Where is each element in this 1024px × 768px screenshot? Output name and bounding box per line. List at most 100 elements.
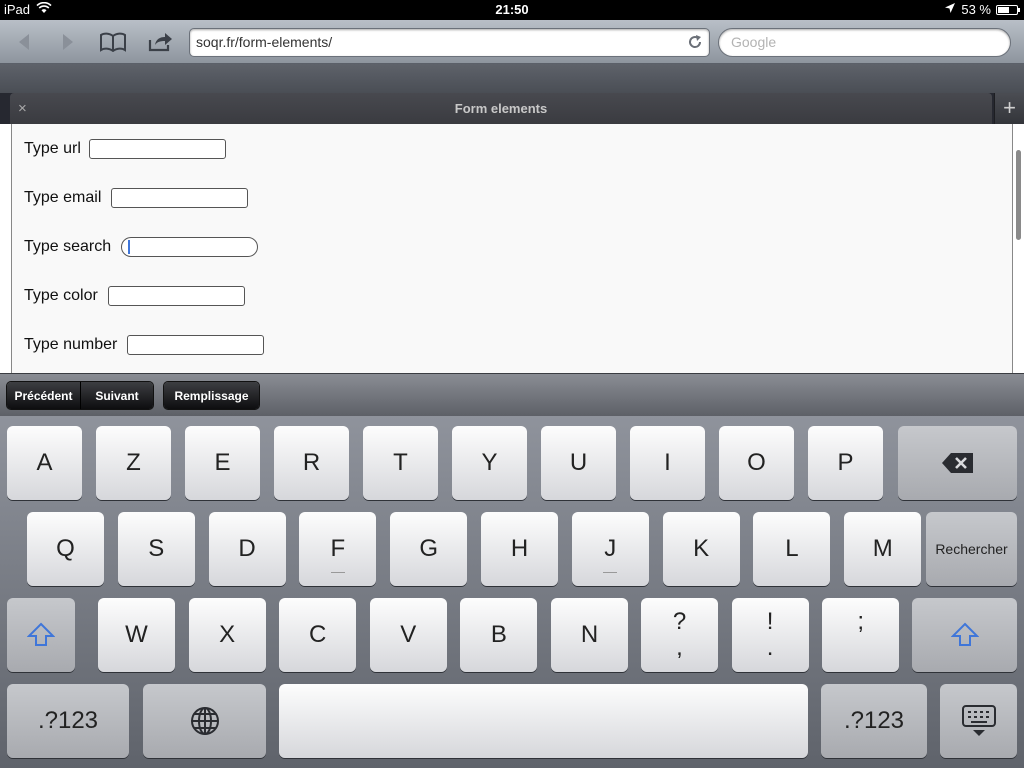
key-h[interactable]: H [481, 512, 558, 586]
key-m[interactable]: M [844, 512, 922, 586]
key-v[interactable]: V [369, 598, 447, 672]
key-s[interactable]: S [117, 512, 195, 586]
globe-icon [190, 707, 219, 735]
key-top-label: ! [766, 608, 774, 635]
key-t[interactable]: T [363, 426, 438, 500]
punctuation-key[interactable]: ?, [641, 598, 718, 672]
key-x[interactable]: X [188, 598, 266, 672]
key-o[interactable]: O [719, 426, 794, 500]
tab-form-elements[interactable]: × Form elements [10, 93, 992, 124]
battery-icon [996, 4, 1020, 15]
key-label: R [302, 449, 321, 476]
key-top-label: ; [857, 608, 865, 635]
tab-bar: × Form elements + [0, 93, 1024, 124]
numbers-key-right[interactable]: .?123 [821, 684, 927, 758]
search-field[interactable]: Google [718, 28, 1011, 57]
key-f[interactable]: F [299, 512, 377, 586]
prev-next-control: Précédent Suivant [6, 381, 154, 410]
shift-icon [27, 622, 55, 646]
key-q[interactable]: Q [27, 512, 104, 586]
email-input[interactable] [111, 188, 249, 208]
key-label: F [330, 535, 346, 562]
autofill-button[interactable]: Remplissage [164, 382, 259, 409]
url-input[interactable] [88, 139, 226, 159]
key-z[interactable]: Z [96, 426, 171, 500]
key-label: W [125, 621, 148, 648]
numbers-key-label: .?123 [843, 707, 905, 734]
shift-left-key[interactable] [7, 598, 75, 672]
shift-right-key[interactable] [912, 598, 1017, 672]
key-r[interactable]: R [274, 426, 349, 500]
forward-arrow-icon [63, 34, 73, 50]
globe-key[interactable] [143, 684, 266, 758]
reload-icon[interactable] [687, 34, 703, 50]
key-n[interactable]: N [551, 598, 628, 672]
page-scrollbar[interactable] [1016, 150, 1021, 240]
key-c[interactable]: C [279, 598, 357, 672]
number-input[interactable] [127, 335, 265, 355]
key-w[interactable]: W [98, 598, 175, 672]
dismiss-keyboard-key[interactable] [940, 684, 1017, 758]
key-label: O [747, 449, 766, 476]
key-label: D [238, 535, 256, 562]
key-label: C [309, 621, 327, 648]
punctuation-key[interactable]: !. [731, 598, 809, 672]
key-d[interactable]: D [208, 512, 286, 586]
numbers-key-left[interactable]: .?123 [7, 684, 129, 758]
search-key-label: Rechercher [935, 541, 1008, 557]
backspace-icon [941, 453, 973, 473]
form-row-color: Type color [24, 286, 245, 306]
numbers-key-label: .?123 [37, 707, 99, 734]
key-l[interactable]: L [753, 512, 831, 586]
key-e[interactable]: E [185, 426, 260, 500]
key-j[interactable]: J [571, 512, 649, 586]
share-button[interactable] [144, 28, 176, 56]
key-label: L [785, 535, 799, 562]
form-label: Type number [24, 336, 118, 353]
key-g[interactable]: G [390, 512, 468, 586]
key-bottom-label: . [766, 634, 774, 661]
key-label: V [400, 621, 417, 648]
forward-button[interactable] [52, 28, 84, 56]
battery-fill [998, 6, 1009, 13]
tab-title: Form elements [454, 101, 548, 116]
key-y[interactable]: Y [452, 426, 527, 500]
url-text: soqr.fr/form-elements/ [196, 34, 333, 50]
key-label: T [393, 449, 408, 476]
key-label: J [604, 535, 617, 562]
back-button[interactable] [8, 28, 40, 56]
key-i[interactable]: I [630, 426, 705, 500]
key-label: Y [481, 449, 498, 476]
color-input[interactable] [107, 286, 245, 306]
key-p[interactable]: P [808, 426, 883, 500]
key-label: H [510, 535, 529, 562]
key-label: B [490, 621, 507, 648]
key-label: A [36, 449, 53, 476]
space-key[interactable] [279, 684, 808, 758]
key-u[interactable]: U [541, 426, 616, 500]
backspace-key[interactable] [898, 426, 1017, 500]
key-top-label: ? [672, 608, 687, 635]
punctuation-key[interactable]: ; [822, 598, 900, 672]
next-button[interactable]: Suivant [81, 382, 153, 409]
form-label: Type url [24, 140, 81, 157]
bookmarks-bar [0, 64, 1024, 93]
key-b[interactable]: B [460, 598, 538, 672]
share-icon [148, 33, 172, 52]
key-label: U [569, 449, 588, 476]
form-row-number: Type number [24, 335, 265, 355]
key-a[interactable]: A [7, 426, 82, 500]
address-bar[interactable]: soqr.fr/form-elements/ [189, 28, 710, 57]
bookmarks-button[interactable] [97, 28, 129, 56]
new-tab-button[interactable]: + [994, 93, 1024, 124]
browser-toolbar: soqr.fr/form-elements/ Google [0, 20, 1024, 64]
back-arrow-icon [19, 34, 29, 50]
key-label: M [872, 535, 893, 562]
search-input[interactable] [121, 237, 259, 257]
previous-button[interactable]: Précédent [7, 382, 81, 409]
key-k[interactable]: K [662, 512, 740, 586]
key-label: G [419, 535, 439, 562]
search-key[interactable]: Rechercher [926, 512, 1017, 586]
ipad-screen: iPad 21:50 53 % soqr.fr/form-elements/ G… [0, 0, 1024, 768]
key-label: I [664, 449, 671, 476]
